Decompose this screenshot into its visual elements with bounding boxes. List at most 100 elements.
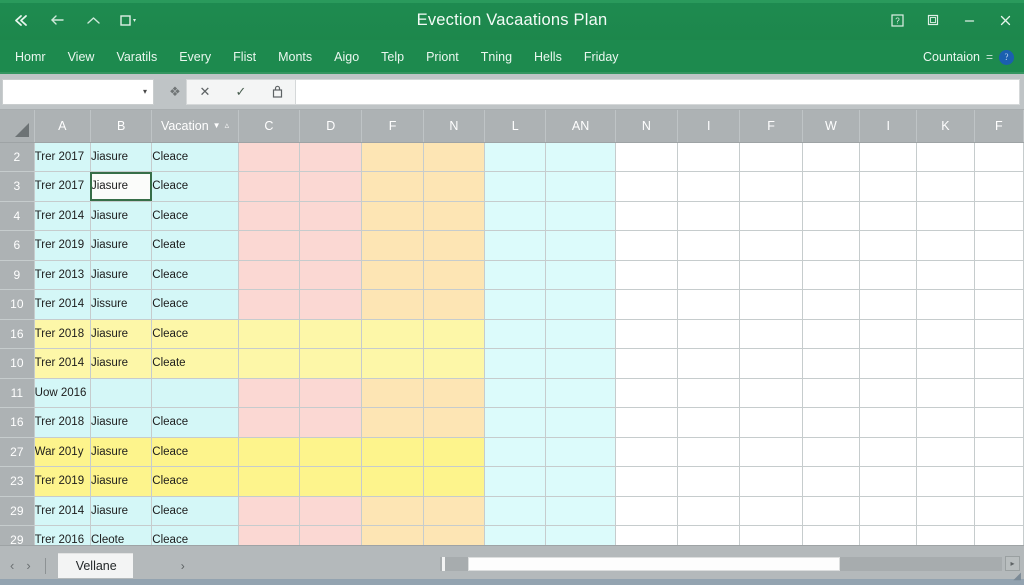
row-header[interactable]: 9 <box>0 260 35 290</box>
row-header[interactable]: 2 <box>0 142 35 172</box>
table-row[interactable]: 27 War 201y Jiasure Cleace <box>0 437 1024 467</box>
grid-cell[interactable] <box>545 289 616 320</box>
insert-function-diamond-icon[interactable]: ❖ <box>164 79 186 105</box>
grid-cell[interactable] <box>739 260 803 290</box>
grid-cell[interactable] <box>361 171 424 202</box>
grid-cell[interactable] <box>423 319 486 349</box>
grid-cell[interactable] <box>423 466 486 497</box>
grid-cell[interactable] <box>299 525 363 545</box>
grid-cell[interactable] <box>916 319 975 349</box>
grid-cell[interactable] <box>974 142 1024 172</box>
grid-cell[interactable]: Cleace <box>151 171 239 202</box>
grid-cell[interactable] <box>423 525 486 545</box>
tab-flist[interactable]: Flist <box>222 46 267 68</box>
grid-cell[interactable] <box>299 437 363 467</box>
grid-cell[interactable]: Jiasure <box>90 230 153 261</box>
grid-cell[interactable] <box>299 171 363 202</box>
tab-view[interactable]: View <box>57 46 106 68</box>
grid-cell[interactable] <box>916 289 975 320</box>
grid-cell[interactable] <box>677 260 741 290</box>
grid-cell[interactable] <box>423 289 486 320</box>
grid-cell[interactable] <box>423 171 486 202</box>
grid-cell[interactable] <box>484 466 547 497</box>
grid-cell[interactable] <box>361 201 424 231</box>
grid-cell[interactable] <box>677 407 741 438</box>
grid-cell[interactable] <box>484 171 547 202</box>
grid-cell[interactable]: Jiasure <box>90 437 153 467</box>
grid-cell[interactable]: Uow 2016 <box>34 378 91 408</box>
grid-cell[interactable] <box>916 407 975 438</box>
grid-cell[interactable]: Cleate <box>151 348 239 379</box>
grid-cell[interactable] <box>238 171 301 202</box>
grid-cell[interactable] <box>615 437 679 467</box>
cancel-formula-icon[interactable]: ✕ <box>187 80 223 104</box>
grid-cell[interactable] <box>545 496 616 526</box>
selected-cell[interactable]: Jiasure <box>90 171 153 202</box>
grid-cell[interactable] <box>974 437 1024 467</box>
grid-cell[interactable] <box>677 496 741 526</box>
grid-cell[interactable] <box>299 289 363 320</box>
tab-tning[interactable]: Tning <box>470 46 523 68</box>
account-badge[interactable]: ? <box>999 49 1014 65</box>
column-header-vacation-2[interactable]: Vacation ▼ ▵ <box>151 110 239 143</box>
grid-cell[interactable] <box>739 319 803 349</box>
table-row[interactable]: 10 Trer 2014 Jissure Cleace <box>0 289 1024 320</box>
grid-cell[interactable] <box>238 260 301 290</box>
grid-cell[interactable] <box>916 230 975 261</box>
grid-cell[interactable]: Trer 2019 <box>34 466 91 497</box>
grid-cell[interactable] <box>615 230 679 261</box>
grid-cell[interactable] <box>545 260 616 290</box>
grid-cell[interactable] <box>90 378 153 408</box>
grid-cell[interactable] <box>484 407 547 438</box>
grid-cell[interactable] <box>974 525 1024 545</box>
grid-cell[interactable] <box>859 525 918 545</box>
grid-cell[interactable] <box>802 230 861 261</box>
grid-cell[interactable] <box>859 378 918 408</box>
grid-cell[interactable] <box>802 437 861 467</box>
chevron-down-icon[interactable]: ▾ <box>143 87 147 96</box>
filter-dropdown-icon[interactable]: ▼ <box>213 121 221 130</box>
sheet-tab-vellane[interactable]: Vellane <box>57 553 133 578</box>
grid-cell[interactable] <box>974 289 1024 320</box>
table-row[interactable]: 6 Trer 2019 Jiasure Cleate <box>0 230 1024 261</box>
grid-cell[interactable] <box>484 142 547 172</box>
grid-cell[interactable] <box>545 319 616 349</box>
grid-cell[interactable] <box>238 437 301 467</box>
row-header[interactable]: 10 <box>0 289 35 320</box>
grid-cell[interactable] <box>484 260 547 290</box>
tab-priont[interactable]: Priont <box>415 46 470 68</box>
table-row[interactable]: 9 Trer 2013 Jiasure Cleace <box>0 260 1024 290</box>
grid-cell[interactable] <box>739 289 803 320</box>
grid-cell[interactable] <box>423 201 486 231</box>
grid-cell[interactable] <box>615 348 679 379</box>
grid-cell[interactable] <box>545 437 616 467</box>
grid-cell[interactable] <box>545 378 616 408</box>
grid-cell[interactable] <box>739 348 803 379</box>
grid-cell[interactable] <box>677 319 741 349</box>
grid-cell[interactable]: Cleate <box>151 230 239 261</box>
grid-cell[interactable]: Cleote <box>90 525 153 545</box>
grid-cell[interactable] <box>545 348 616 379</box>
tab-aigo[interactable]: Aigo <box>323 46 370 68</box>
grid-cell[interactable] <box>545 466 616 497</box>
grid-cell[interactable]: Trer 2018 <box>34 319 91 349</box>
grid-cell[interactable]: Cleace <box>151 289 239 320</box>
grid-cell[interactable]: Trer 2014 <box>34 348 91 379</box>
column-header-b-1[interactable]: B <box>90 110 153 143</box>
grid-cell[interactable] <box>238 496 301 526</box>
grid-cell[interactable] <box>677 289 741 320</box>
grid-cell[interactable] <box>802 466 861 497</box>
grid-cell[interactable] <box>916 171 975 202</box>
grid-cell[interactable] <box>974 201 1024 231</box>
grid-cell[interactable] <box>916 201 975 231</box>
column-header-f-15[interactable]: F <box>974 110 1024 143</box>
column-header-a-0[interactable]: A <box>34 110 91 143</box>
column-header-an-8[interactable]: AN <box>545 110 616 143</box>
grid-cell[interactable] <box>739 142 803 172</box>
grid-cell[interactable] <box>361 319 424 349</box>
row-header[interactable]: 4 <box>0 201 35 231</box>
grid-cell[interactable] <box>859 319 918 349</box>
grid-cell[interactable]: Trer 2014 <box>34 201 91 231</box>
grid-cell[interactable]: Cleace <box>151 201 239 231</box>
grid-cell[interactable] <box>423 437 486 467</box>
